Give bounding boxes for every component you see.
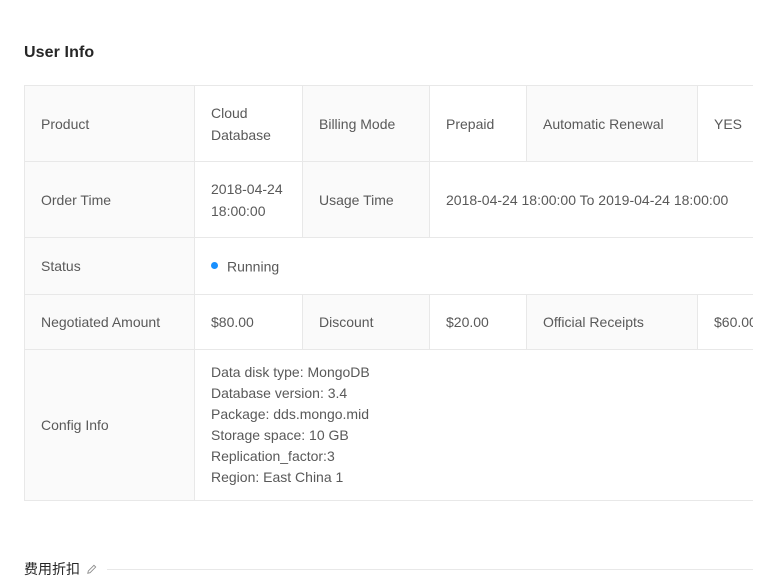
- cell-label-billing-mode: Billing Mode: [303, 86, 430, 162]
- cell-label-usage-time: Usage Time: [303, 162, 430, 238]
- cell-label-product: Product: [25, 86, 195, 162]
- cell-label-status: Status: [25, 238, 195, 295]
- list-item: Storage space: 10 GB: [211, 425, 753, 446]
- cell-label-negotiated-amount: Negotiated Amount: [25, 295, 195, 350]
- table-row: Product Cloud Database Billing Mode Prep…: [25, 86, 754, 162]
- cell-label-config-info: Config Info: [25, 350, 195, 501]
- table-row: Config Info Data disk type: MongoDB Data…: [25, 350, 754, 501]
- cell-value-official-receipts: $60.00: [698, 295, 754, 350]
- cell-value-order-time: 2018-04-24 18:00:00: [195, 162, 303, 238]
- cell-value-automatic-renewal: YES: [698, 86, 754, 162]
- table-row: Order Time 2018-04-24 18:00:00 Usage Tim…: [25, 162, 754, 238]
- page-title: User Info: [24, 0, 753, 64]
- user-info-table-scroll[interactable]: Product Cloud Database Billing Mode Prep…: [24, 85, 753, 501]
- cell-value-product: Cloud Database: [195, 86, 303, 162]
- list-item: Data disk type: MongoDB: [211, 362, 753, 383]
- cell-label-official-receipts: Official Receipts: [527, 295, 698, 350]
- cell-value-config-info: Data disk type: MongoDB Database version…: [195, 350, 754, 501]
- page-root: User Info Product Cloud Database Billing…: [0, 0, 777, 576]
- cell-value-status: Running: [195, 238, 754, 295]
- cell-label-discount: Discount: [303, 295, 430, 350]
- bottom-section-header: 费用折扣: [24, 562, 753, 576]
- table-row: Negotiated Amount $80.00 Discount $20.00…: [25, 295, 754, 350]
- cell-value-usage-time: 2018-04-24 18:00:00 To 2019-04-24 18:00:…: [430, 162, 754, 238]
- cell-label-order-time: Order Time: [25, 162, 195, 238]
- status-badge: Running: [227, 259, 279, 275]
- cell-value-negotiated-amount: $80.00: [195, 295, 303, 350]
- section-divider: [107, 569, 753, 570]
- cell-value-billing-mode: Prepaid: [430, 86, 527, 162]
- list-item: Region: East China 1: [211, 467, 753, 488]
- list-item: Database version: 3.4: [211, 383, 753, 404]
- edit-pencil-icon[interactable]: [86, 564, 97, 575]
- user-info-table: Product Cloud Database Billing Mode Prep…: [24, 85, 753, 501]
- table-row: Status Running: [25, 238, 754, 295]
- cell-value-discount: $20.00: [430, 295, 527, 350]
- user-info-panel: User Info Product Cloud Database Billing…: [0, 0, 777, 501]
- list-item: Replication_factor:3: [211, 446, 753, 467]
- list-item: Package: dds.mongo.mid: [211, 404, 753, 425]
- config-info-list: Data disk type: MongoDB Database version…: [211, 362, 753, 488]
- bottom-section-title: 费用折扣: [24, 562, 80, 576]
- status-dot-icon: [211, 262, 218, 269]
- cell-label-automatic-renewal: Automatic Renewal: [527, 86, 698, 162]
